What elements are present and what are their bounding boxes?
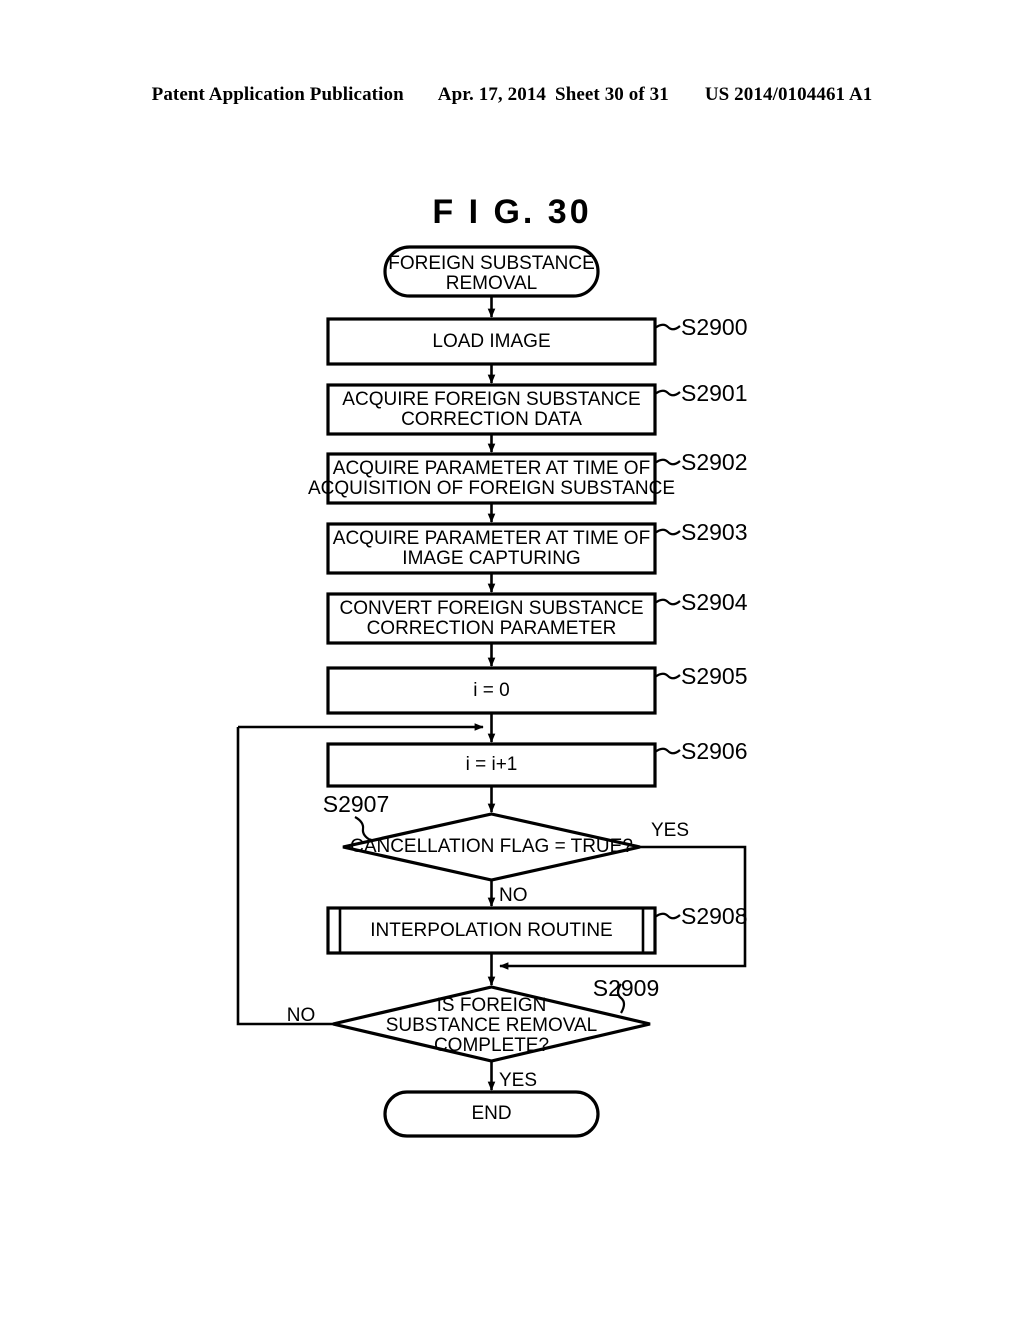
start-label-line2: REMOVAL xyxy=(446,273,538,294)
s2902-label-line1: ACQUIRE PARAMETER AT TIME OF xyxy=(333,458,650,479)
s2909-label-line1: IS FOREIGN xyxy=(437,995,547,1016)
s2908-step-id: S2908 xyxy=(681,903,748,929)
flow-node-s2904: CONVERT FOREIGN SUBSTANCE CORRECTION PAR… xyxy=(326,589,748,645)
s2903-step-id: S2903 xyxy=(681,519,748,545)
s2904-step-id: S2904 xyxy=(681,589,748,615)
flow-node-s2905: i = 0 S2905 xyxy=(326,663,748,715)
s2903-label-line2: IMAGE CAPTURING xyxy=(402,548,580,569)
s2901-label-line2: CORRECTION DATA xyxy=(401,409,582,430)
s2908-label-line1: INTERPOLATION ROUTINE xyxy=(370,920,612,941)
s2901-label-line1: ACQUIRE FOREIGN SUBSTANCE xyxy=(342,389,640,410)
flow-node-s2907: CANCELLATION FLAG = TRUE? S2907 xyxy=(323,791,641,882)
s2907-no-label: NO xyxy=(499,885,528,906)
s2901-step-id: S2901 xyxy=(681,380,748,406)
flowchart-diagram: FOREIGN SUBSTANCE REMOVAL LOAD IMAGE S29… xyxy=(0,0,1024,1320)
flow-node-s2909: IS FOREIGN SUBSTANCE REMOVAL COMPLETE? S… xyxy=(332,975,660,1063)
end-label: END xyxy=(471,1103,511,1124)
s2907-yes-label: YES xyxy=(651,820,689,841)
s2909-yes-label: YES xyxy=(499,1070,537,1091)
flow-node-end: END xyxy=(383,1090,600,1138)
connector-s2909-no xyxy=(236,727,333,1026)
s2909-label-line3: COMPLETE? xyxy=(434,1035,549,1056)
flow-node-s2908: INTERPOLATION ROUTINE S2908 xyxy=(326,903,748,955)
flow-node-s2902: ACQUIRE PARAMETER AT TIME OF ACQUISITION… xyxy=(308,449,748,505)
s2902-label-line2: ACQUISITION OF FOREIGN SUBSTANCE xyxy=(308,478,675,499)
s2900-label-line1: LOAD IMAGE xyxy=(432,331,550,352)
start-label-line1: FOREIGN SUBSTANCE xyxy=(388,253,595,274)
flow-node-s2901: ACQUIRE FOREIGN SUBSTANCE CORRECTION DAT… xyxy=(326,380,748,436)
patent-page: Patent Application Publication Apr. 17, … xyxy=(0,0,1024,1320)
s2909-label-line2: SUBSTANCE REMOVAL xyxy=(386,1015,598,1036)
flow-node-s2900: LOAD IMAGE S2900 xyxy=(326,314,748,366)
flow-node-start: FOREIGN SUBSTANCE REMOVAL xyxy=(383,245,600,298)
s2906-step-id: S2906 xyxy=(681,738,748,764)
s2907-label-line1: CANCELLATION FLAG = TRUE? xyxy=(350,836,633,857)
flow-node-s2903: ACQUIRE PARAMETER AT TIME OF IMAGE CAPTU… xyxy=(326,519,748,575)
s2900-step-id: S2900 xyxy=(681,314,748,340)
s2907-step-id: S2907 xyxy=(323,791,390,817)
s2902-step-id: S2902 xyxy=(681,449,748,475)
s2909-step-id: S2909 xyxy=(593,975,660,1001)
s2904-label-line2: CORRECTION PARAMETER xyxy=(367,618,617,639)
s2903-label-line1: ACQUIRE PARAMETER AT TIME OF xyxy=(333,528,650,549)
s2904-label-line1: CONVERT FOREIGN SUBSTANCE xyxy=(339,598,643,619)
flow-node-s2906: i = i+1 S2906 xyxy=(326,738,748,788)
s2905-label-line1: i = 0 xyxy=(473,680,509,701)
s2905-step-id: S2905 xyxy=(681,663,748,689)
s2906-label-line1: i = i+1 xyxy=(466,754,518,775)
